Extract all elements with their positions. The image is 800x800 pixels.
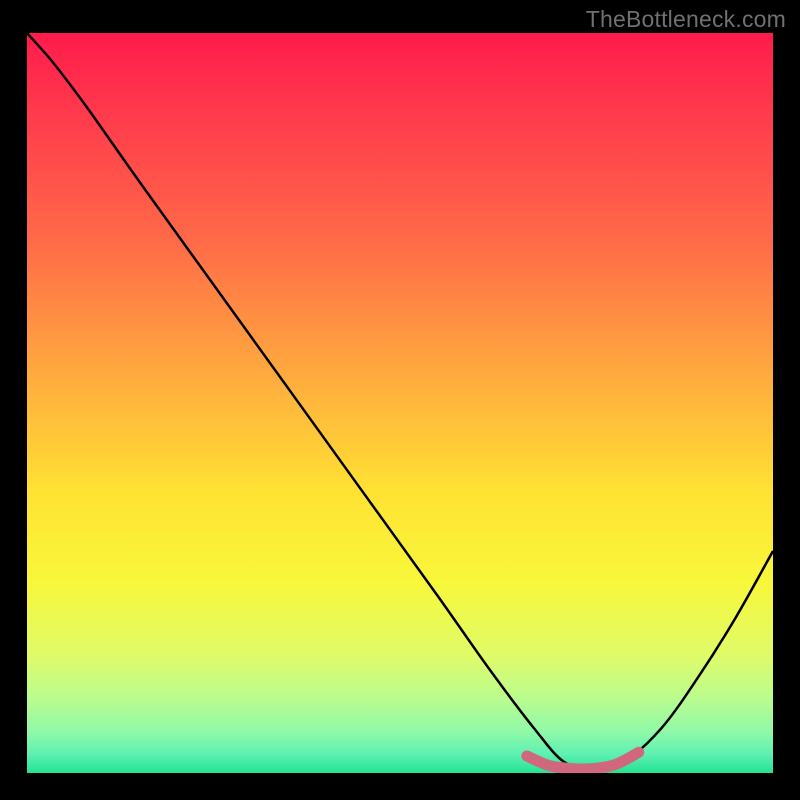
chart-root: TheBottleneck.com: [0, 0, 800, 800]
chart-svg: [0, 0, 800, 800]
watermark: TheBottleneck.com: [586, 6, 786, 33]
plot-background: [27, 33, 773, 773]
